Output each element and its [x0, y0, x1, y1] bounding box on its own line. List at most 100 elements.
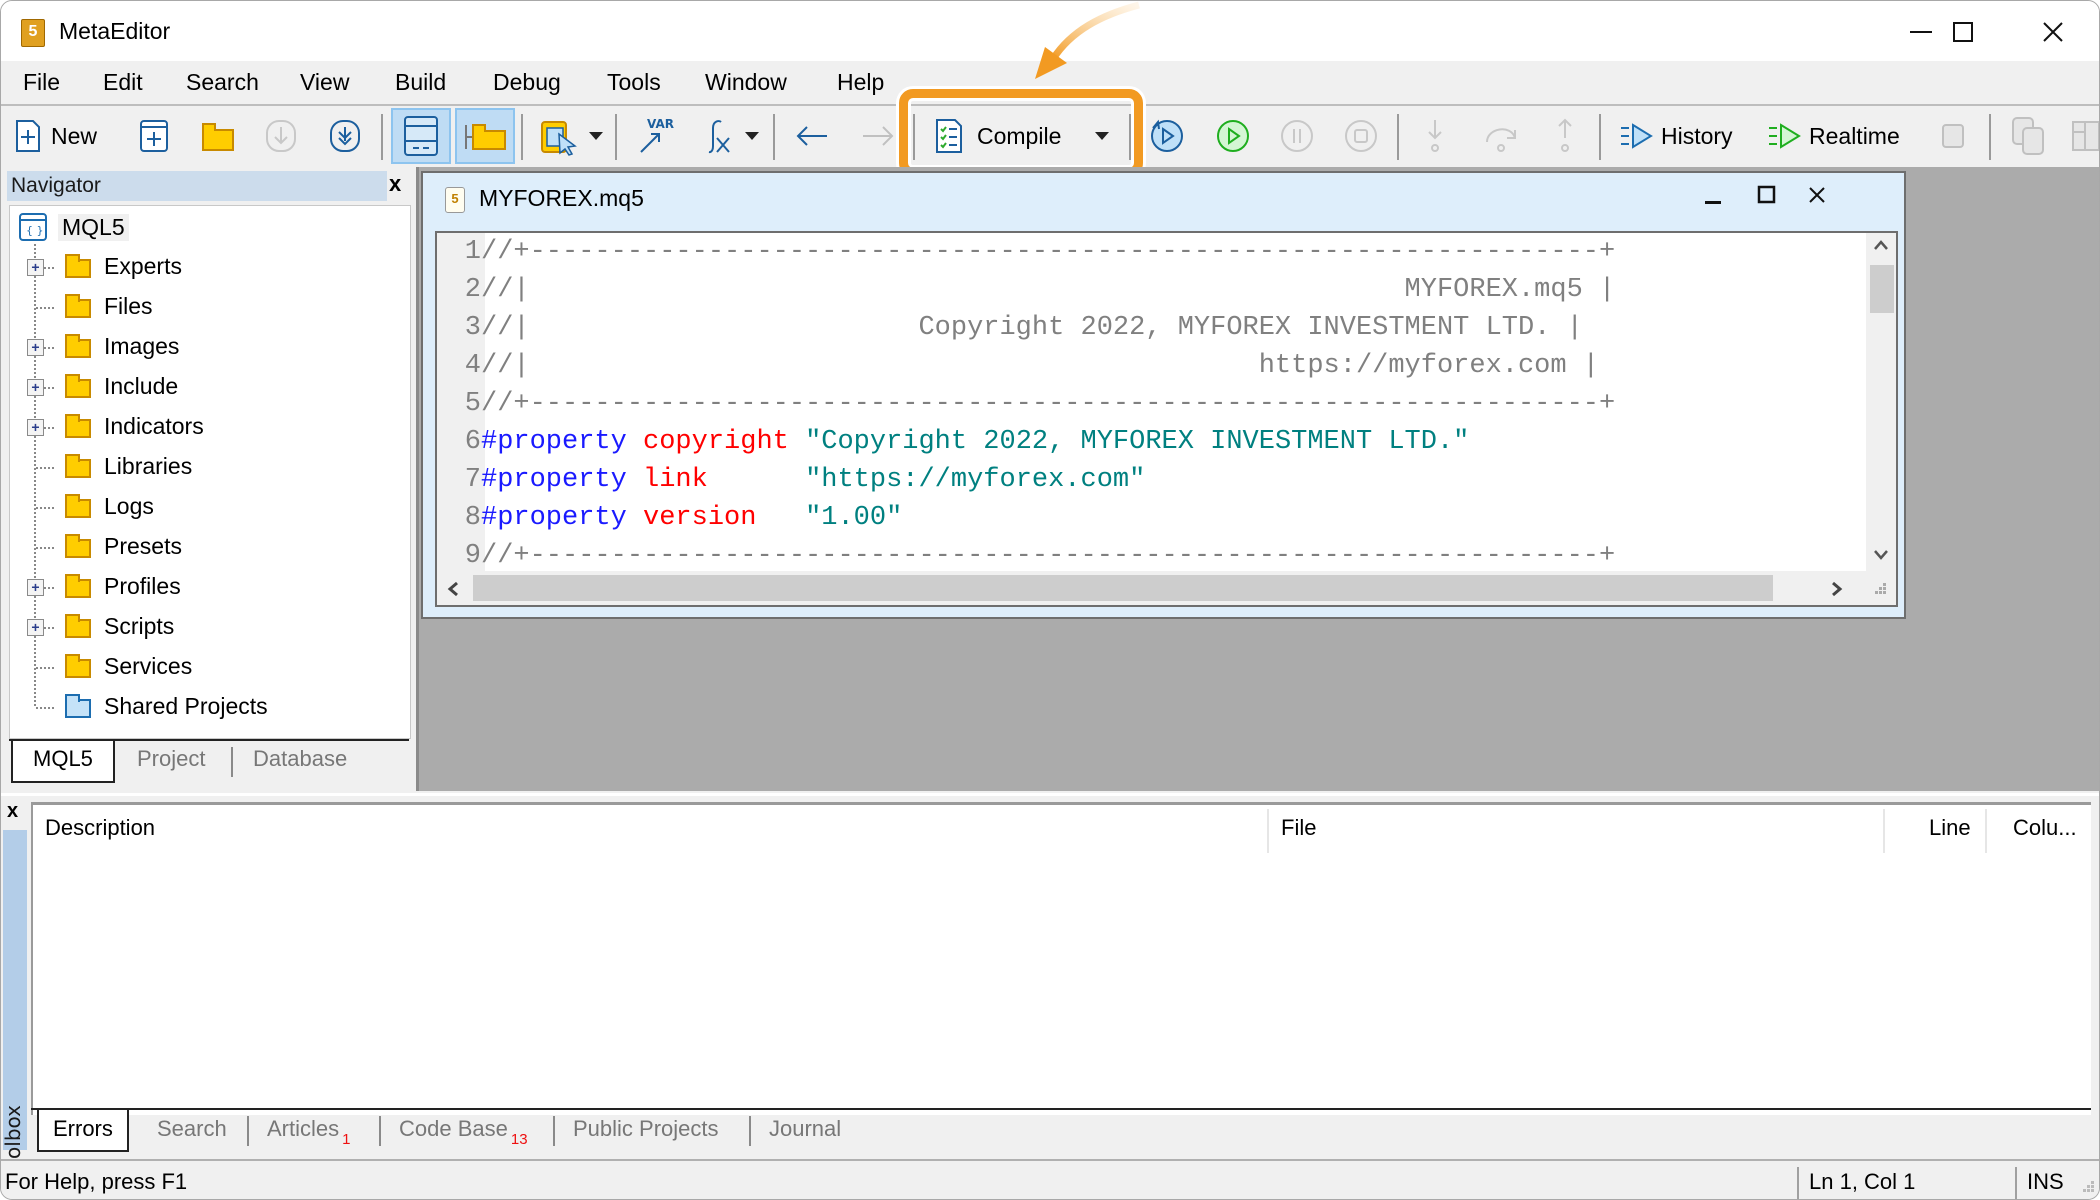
pause-button[interactable]	[1279, 116, 1315, 156]
column-header-description[interactable]: Description	[45, 815, 155, 841]
history-button[interactable]: History	[1619, 116, 1733, 156]
code-line[interactable]: 3//| Copyright 2022, MYFOREX INVESTMENT …	[437, 309, 1583, 347]
menu-build[interactable]: Build	[395, 69, 446, 96]
tree-item-shared-projects[interactable]: Shared Projects	[10, 690, 400, 724]
start-debug-history-button[interactable]	[1149, 116, 1185, 156]
folder-icon	[65, 654, 91, 678]
tree-item-scripts[interactable]: + Scripts	[10, 610, 400, 644]
tree-item-presets[interactable]: Presets	[10, 530, 400, 564]
resize-grip-icon[interactable]	[2079, 1181, 2095, 1197]
navigator-close-button[interactable]: x	[389, 171, 401, 197]
status-help-text: For Help, press F1	[5, 1169, 188, 1194]
expand-icon[interactable]: +	[27, 259, 44, 276]
stop-icon	[1345, 120, 1377, 152]
clipboard-dropdown-button[interactable]	[539, 116, 603, 156]
stop-button[interactable]	[1343, 116, 1379, 156]
code-line[interactable]: 2//| MYFOREX.mq5 |	[437, 271, 1615, 309]
vertical-scroll-thumb[interactable]	[1870, 265, 1894, 313]
code-token: #property	[481, 465, 627, 495]
compile-dropdown-arrow-icon[interactable]	[1095, 132, 1110, 140]
toolbox-close-button[interactable]: x	[7, 800, 18, 823]
code-line[interactable]: 8#property version "1.00"	[437, 499, 902, 537]
back-button[interactable]	[795, 116, 829, 156]
menu-tools[interactable]: Tools	[607, 69, 661, 96]
navigator-tab-mql5[interactable]: MQL5	[11, 741, 115, 783]
tree-item-libraries[interactable]: Libraries	[10, 450, 400, 484]
new-file-icon	[16, 120, 40, 152]
editor-maximize-button[interactable]	[1757, 185, 1777, 205]
new-window-button[interactable]	[139, 116, 169, 156]
menu-help[interactable]: Help	[837, 69, 884, 96]
realtime-button[interactable]: Realtime	[1767, 116, 1900, 156]
step-out-button[interactable]	[1551, 116, 1579, 156]
toolbox-tab-errors[interactable]: Errors	[37, 1110, 129, 1152]
tree-item-profiles[interactable]: + Profiles	[10, 570, 400, 604]
tree-item-images[interactable]: + Images	[10, 330, 400, 364]
step-into-icon	[1428, 120, 1442, 152]
start-debug-realtime-button[interactable]	[1215, 116, 1251, 156]
tree-item-experts[interactable]: + Experts	[10, 250, 400, 284]
expand-icon[interactable]: +	[27, 339, 44, 356]
code-line[interactable]: 6#property copyright "Copyright 2022, MY…	[437, 423, 1470, 461]
tree-item-indicators[interactable]: + Indicators	[10, 410, 400, 444]
step-over-button[interactable]	[1481, 116, 1521, 156]
horizontal-scrollbar[interactable]	[437, 571, 1896, 605]
tree-item-services[interactable]: Services	[10, 650, 400, 684]
menu-file[interactable]: File	[23, 69, 60, 96]
chevron-down-icon	[745, 132, 759, 140]
profiler-button[interactable]	[1941, 116, 1965, 156]
code-editor[interactable]: 1//+------------------------------------…	[435, 231, 1898, 607]
code-token: //+-------------------------------------…	[481, 389, 1616, 419]
tile-windows-button[interactable]	[2071, 116, 2099, 156]
editor-minimize-button[interactable]	[1703, 177, 1723, 207]
menu-view[interactable]: View	[300, 69, 349, 96]
editor-close-button[interactable]	[1807, 185, 1827, 205]
expand-icon[interactable]: +	[27, 419, 44, 436]
download-button[interactable]	[265, 116, 297, 156]
column-header-line[interactable]: Line	[1929, 815, 1971, 841]
compile-button[interactable]: Compile	[935, 116, 1110, 156]
code-line[interactable]: 7#property link "https://myforex.com"	[437, 461, 1146, 499]
code-line[interactable]: 5//+------------------------------------…	[437, 385, 1615, 423]
toolbox-toggle-button[interactable]	[391, 108, 451, 164]
open-button[interactable]	[201, 116, 235, 156]
column-header-column[interactable]: Colu...	[2013, 815, 2077, 841]
expand-icon[interactable]: +	[27, 579, 44, 596]
toolbox-tab-public-projects[interactable]: Public Projects	[573, 1110, 719, 1150]
code-line[interactable]: 1//+------------------------------------…	[437, 233, 1615, 271]
menu-window[interactable]: Window	[705, 69, 787, 96]
tree-item-files[interactable]: Files	[10, 290, 400, 324]
tree-item-logs[interactable]: Logs	[10, 490, 400, 524]
close-button[interactable]	[2033, 15, 2073, 49]
maximize-button[interactable]	[1943, 15, 1983, 49]
insert-function-button[interactable]	[695, 116, 759, 156]
toolbox-tab-code-base[interactable]: Code Base 13	[399, 1110, 528, 1150]
tree-item-include[interactable]: + Include	[10, 370, 400, 404]
expand-icon[interactable]: +	[27, 619, 44, 636]
tree-root-mql5[interactable]: { } MQL5	[18, 210, 129, 244]
minimize-button[interactable]	[1901, 15, 1941, 49]
expand-icon[interactable]: +	[27, 379, 44, 396]
menu-edit[interactable]: Edit	[103, 69, 143, 96]
forward-button[interactable]	[861, 116, 895, 156]
step-into-button[interactable]	[1421, 116, 1449, 156]
code-line[interactable]: 4//| https://myforex.com |	[437, 347, 1599, 385]
toolbox-tab-search[interactable]: Search	[157, 1110, 227, 1150]
code-token: //+-------------------------------------…	[481, 541, 1616, 571]
insert-variable-button[interactable]: VAR	[635, 116, 675, 156]
horizontal-scroll-thumb[interactable]	[473, 575, 1773, 601]
copy-windows-button[interactable]	[2011, 116, 2047, 156]
column-header-file[interactable]: File	[1281, 815, 1316, 841]
line-number: 8	[464, 503, 481, 533]
save-button[interactable]	[329, 116, 361, 156]
menu-search[interactable]: Search	[186, 69, 259, 96]
code-line[interactable]: 9//+------------------------------------…	[437, 537, 1615, 575]
vertical-scrollbar[interactable]	[1866, 233, 1896, 571]
toolbox-tab-articles[interactable]: Articles 1	[267, 1110, 350, 1150]
menu-debug[interactable]: Debug	[493, 69, 561, 96]
navigator-toggle-button[interactable]	[455, 108, 515, 164]
navigator-tab-project[interactable]: Project	[137, 741, 205, 781]
navigator-tab-database[interactable]: Database	[253, 741, 347, 781]
toolbox-tab-journal[interactable]: Journal	[769, 1110, 841, 1150]
new-button[interactable]: New	[15, 116, 97, 156]
